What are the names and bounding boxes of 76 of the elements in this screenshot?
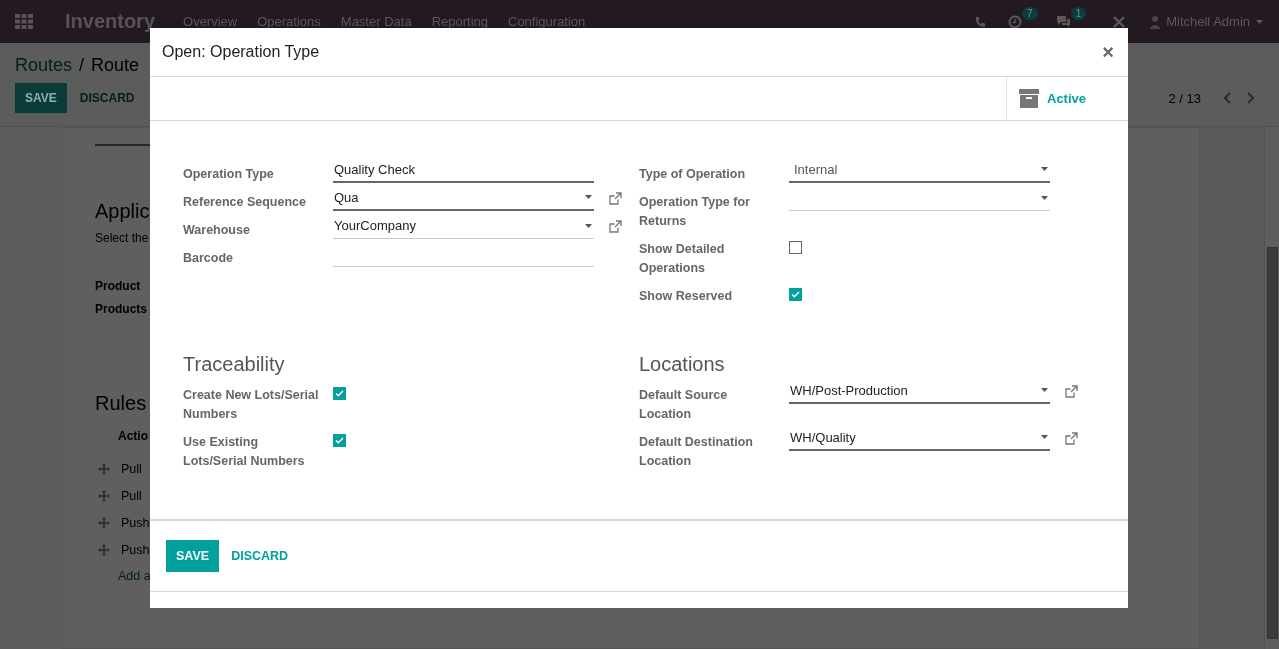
menu-item[interactable]: Master Data (340, 14, 412, 29)
field-label: Type of Operation (639, 166, 747, 183)
app-title: Inventory (65, 10, 156, 33)
caret-icon (1256, 19, 1263, 24)
caret-icon (1041, 195, 1048, 200)
field-label: Create New Lots/Serial Numbers (183, 387, 320, 423)
drag-handle-icon[interactable] (98, 516, 110, 529)
breadcrumb-current: Route (91, 55, 140, 76)
field-label: Operation Type (183, 166, 275, 183)
external-link-icon[interactable] (1065, 432, 1078, 445)
message-count-badge: 1 (1070, 7, 1087, 20)
close-button[interactable]: × (1100, 40, 1116, 64)
menu-item[interactable]: Reporting (431, 14, 488, 29)
field-label: Default Source Location (639, 387, 729, 423)
drag-handle-icon[interactable] (98, 543, 110, 556)
add-line-link[interactable]: Add a (118, 569, 151, 583)
rule-name[interactable]: Pull (121, 488, 142, 503)
select-field[interactable]: YourCompany (333, 215, 594, 239)
pager-counter: 2 / 13 (1168, 90, 1201, 106)
menu-item[interactable]: Overview (183, 14, 238, 29)
section-heading: Traceability (183, 353, 286, 376)
user-menu[interactable]: Mitchell Admin (1166, 14, 1250, 29)
caret-icon (1041, 388, 1048, 392)
section-title: Applic (95, 199, 150, 223)
select-field[interactable]: Qua (333, 187, 594, 211)
section-title: Rules (95, 391, 147, 415)
field-label: Show Reserved (639, 288, 734, 305)
checkbox[interactable] (333, 434, 346, 447)
user-avatar-icon (1150, 14, 1161, 29)
field-label: Default Destination Location (639, 434, 754, 470)
field-label: Reference Sequence (183, 194, 307, 211)
checkbox[interactable] (333, 387, 346, 400)
dialog-title: Open: Operation Type (162, 43, 321, 61)
phone-icon[interactable] (974, 15, 987, 28)
drag-handle-icon[interactable] (98, 489, 110, 502)
field-label: Use Existing Lots/Serial Numbers (183, 434, 306, 470)
select-field[interactable]: Internal (789, 159, 1050, 183)
rule-name[interactable]: Pull (121, 461, 142, 476)
field-label: Operation Type for Returns (639, 194, 751, 230)
field-label: Products (95, 302, 147, 316)
section-hint: Select the (95, 231, 149, 245)
field-label: Show Detailed Operations (639, 241, 726, 277)
breadcrumb-separator: / (79, 55, 85, 76)
breadcrumb-link[interactable]: Routes (15, 55, 73, 76)
caret-icon (585, 195, 592, 199)
archive-box-icon (1019, 89, 1039, 108)
field-label: Barcode (183, 250, 235, 267)
select-field[interactable]: WH/Quality (789, 427, 1050, 451)
chat-icon[interactable] (1055, 15, 1071, 28)
input-field[interactable]: Quality Check (333, 159, 594, 183)
discard-button[interactable]: DISCARD (69, 83, 145, 113)
checkbox[interactable] (789, 241, 802, 254)
clock-icon[interactable] (1008, 14, 1023, 29)
save-button[interactable]: SAVE (15, 83, 67, 113)
external-link-icon[interactable] (1065, 385, 1078, 398)
external-link-icon[interactable] (609, 220, 622, 233)
previous-icon[interactable] (1223, 92, 1231, 104)
apps-grid-icon[interactable] (15, 13, 33, 30)
activity-count-badge: 7 (1022, 6, 1038, 20)
external-link-icon[interactable] (609, 192, 622, 205)
field-label: Product (95, 279, 141, 293)
drag-handle-icon[interactable] (98, 462, 110, 475)
next-icon[interactable] (1247, 92, 1255, 104)
rule-name[interactable]: Push (121, 542, 150, 557)
field-label: Warehouse (183, 222, 251, 239)
column-header: Actio (118, 429, 148, 443)
caret-icon (585, 223, 592, 228)
section-heading: Locations (639, 353, 726, 376)
checkbox[interactable] (789, 288, 802, 301)
save-button[interactable]: SAVE (166, 540, 220, 572)
select-field[interactable]: WH/Post-Production (789, 380, 1050, 404)
caret-icon (1041, 435, 1048, 439)
rule-name[interactable]: Push (121, 515, 150, 530)
caret-icon (1041, 167, 1048, 171)
menu-item[interactable]: Operations (257, 14, 321, 29)
menu-item[interactable]: Configuration (508, 14, 586, 29)
